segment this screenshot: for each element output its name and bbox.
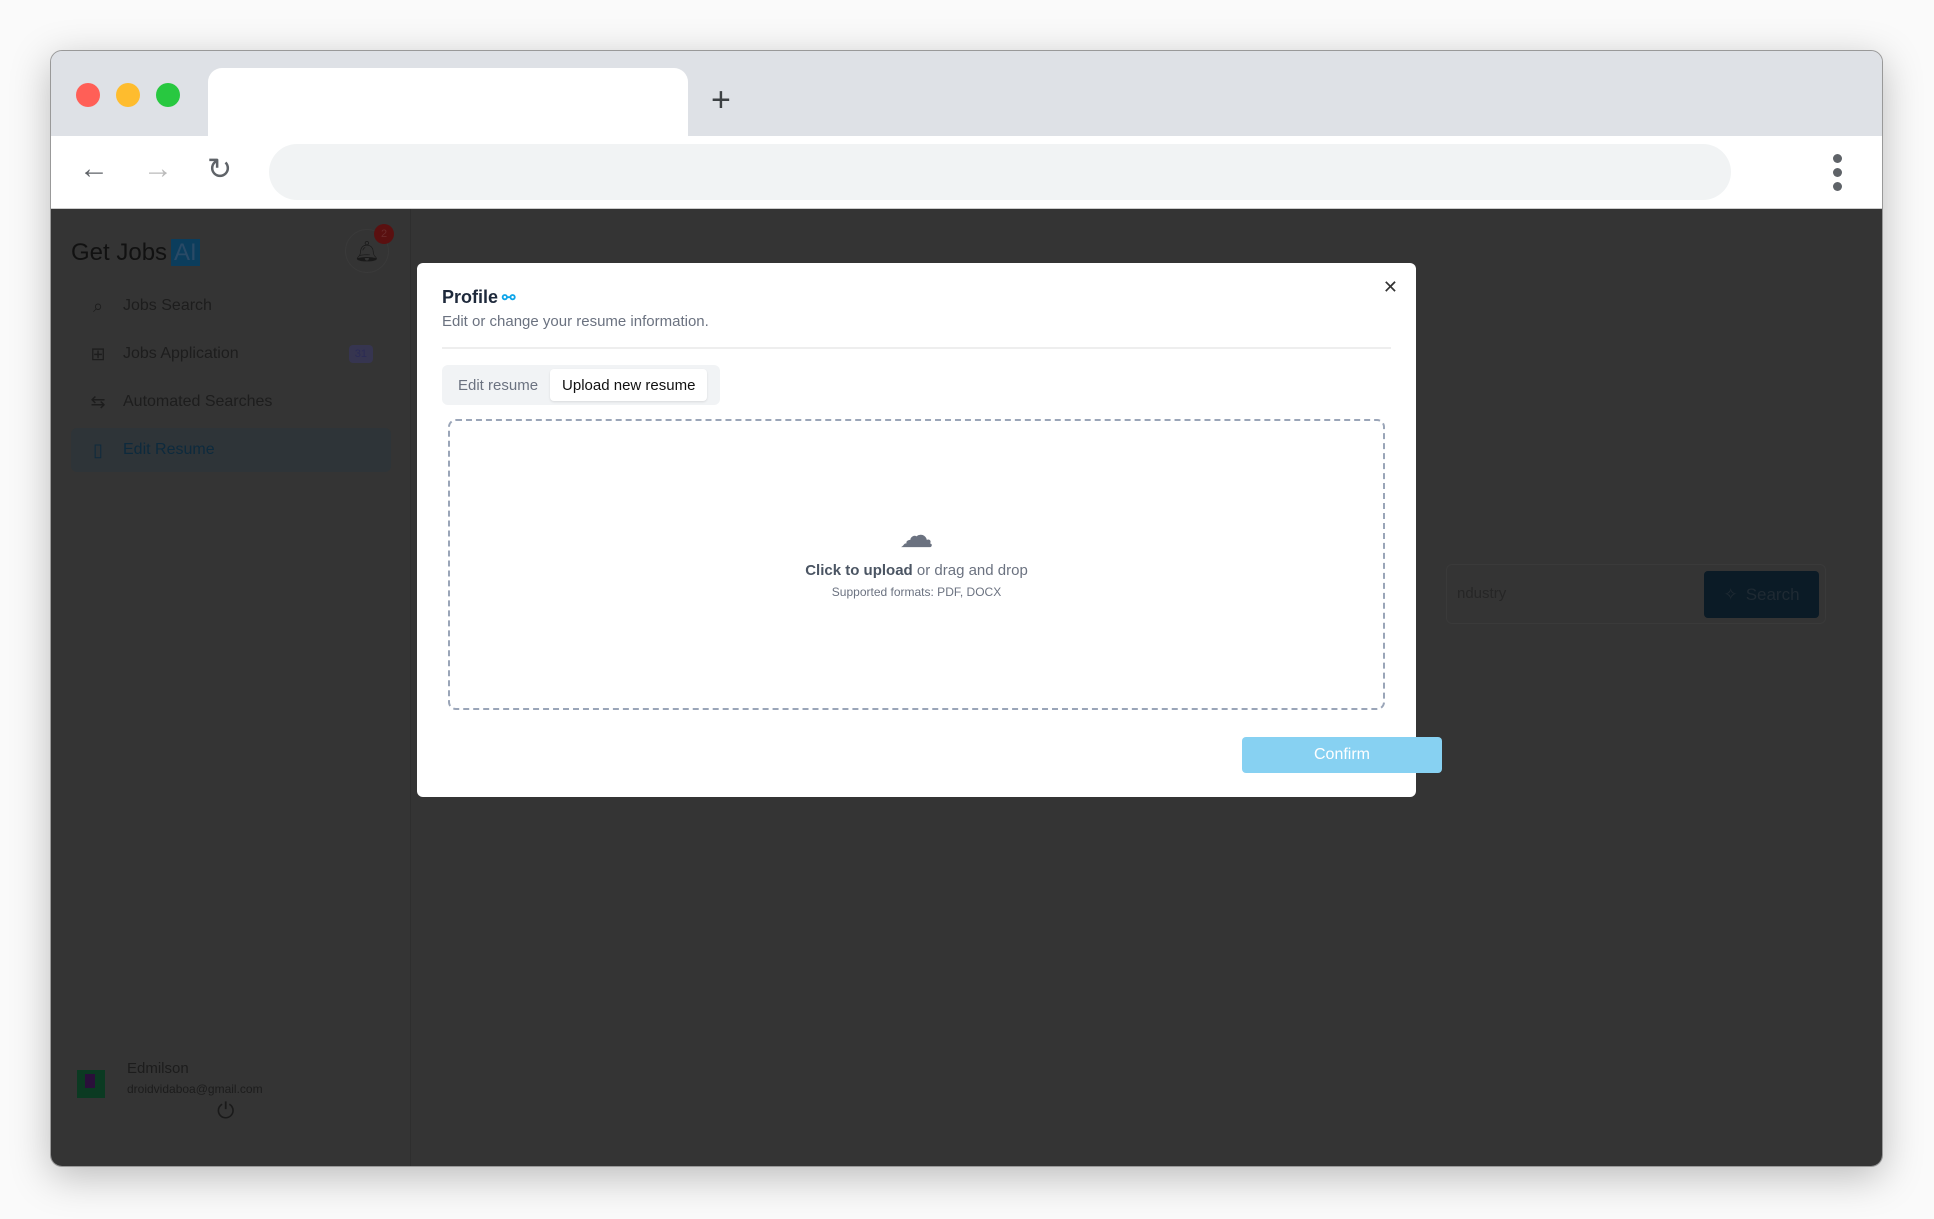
modal-title: Profile ⚯ (442, 287, 515, 308)
cloud-upload-icon: ☁︎ (899, 517, 934, 555)
drag-drop-text: or drag and drop (912, 562, 1028, 579)
user-profile: Edmilson droidvidaboa@gmail.com ⏻ (77, 1060, 397, 1140)
logout-power-icon[interactable]: ⏻ (217, 1098, 234, 1124)
sparkles-icon: ✧ (1723, 584, 1738, 604)
tab-edit-resume[interactable]: Edit resume (446, 369, 550, 401)
browser-tab[interactable] (208, 68, 688, 136)
upload-instructions: Click to upload or drag and drop (450, 562, 1383, 579)
sidebar-item-label: Edit Resume (123, 441, 215, 458)
browser-menu-icon[interactable] (1833, 154, 1842, 191)
settings-sliders-icon: ⚯ (502, 290, 516, 307)
modal-title-text: Profile (442, 287, 499, 307)
click-to-upload-link[interactable]: Click to upload (805, 562, 913, 579)
address-bar[interactable] (269, 144, 1731, 200)
grid-check-icon: ⊞ (90, 343, 106, 364)
sidebar-item-jobs-application[interactable]: ⊞ Jobs Application 31 (71, 332, 391, 376)
divider (442, 347, 1391, 349)
avatar (77, 1070, 105, 1098)
count-badge: 31 (348, 345, 373, 363)
minimize-window-button[interactable] (116, 83, 140, 107)
forward-button[interactable]: → (143, 152, 173, 186)
modal-tabs: Edit resume Upload new resume (442, 365, 720, 405)
user-name: Edmilson (127, 1060, 189, 1077)
sidebar: Get Jobs AI 🔔︎ 2 ⌕ Jobs Search ⊞ Jobs Appli… (51, 209, 411, 1166)
browser-toolbar: ← → ↻ (51, 136, 1882, 209)
supported-formats: Supported formats: PDF, DOCX (831, 585, 1002, 599)
upload-dropzone[interactable]: ☁︎ Click to upload or drag and drop Supp… (448, 419, 1385, 710)
profile-modal: ✕ Profile ⚯ Edit or change your resume in… (417, 263, 1442, 797)
route-icon: ⇆ (90, 391, 106, 412)
search-button[interactable]: ✧ Search (1704, 571, 1819, 618)
job-search-bar: ndustry ✧ Search (1446, 564, 1826, 624)
close-icon[interactable]: ✕ (1383, 277, 1398, 298)
user-email: droidvidaboa@gmail.com (127, 1082, 263, 1096)
notification-badge: 2 (374, 224, 394, 244)
sidebar-item-automated-searches[interactable]: ⇆ Automated Searches (71, 380, 391, 424)
sidebar-nav: ⌕ Jobs Search ⊞ Jobs Application 31 ⇆ Automa… (71, 284, 391, 476)
bell-icon: 🔔︎ (354, 240, 380, 263)
new-tab-button[interactable]: + (711, 81, 731, 120)
app-logo: Get Jobs AI (71, 239, 200, 267)
sidebar-item-label: Jobs Search (123, 297, 212, 314)
tab-bar: + (51, 51, 1882, 136)
tab-upload-new-resume[interactable]: Upload new resume (550, 369, 708, 401)
confirm-button[interactable]: Confirm (1242, 737, 1442, 773)
modal-subtitle: Edit or change your resume information. (442, 313, 709, 330)
back-button[interactable]: ← (79, 152, 109, 186)
logo-ai-badge: AI (171, 239, 200, 266)
search-icon: ⌕ (92, 295, 104, 316)
sidebar-item-label: Automated Searches (123, 393, 273, 410)
industry-input[interactable]: ndustry (1457, 585, 1506, 602)
search-button-label: Search (1745, 584, 1800, 604)
logo-text: Get Jobs (71, 239, 168, 266)
file-user-icon: ▯ (93, 439, 103, 460)
notifications-button[interactable]: 🔔︎ 2 (345, 224, 394, 273)
sidebar-item-jobs-search[interactable]: ⌕ Jobs Search (71, 284, 391, 328)
sidebar-item-label: Jobs Application (123, 345, 239, 362)
sidebar-item-edit-resume[interactable]: ▯ Edit Resume (71, 428, 391, 472)
reload-button[interactable]: ↻ (207, 152, 232, 187)
close-window-button[interactable] (76, 83, 100, 107)
maximize-window-button[interactable] (156, 83, 180, 107)
